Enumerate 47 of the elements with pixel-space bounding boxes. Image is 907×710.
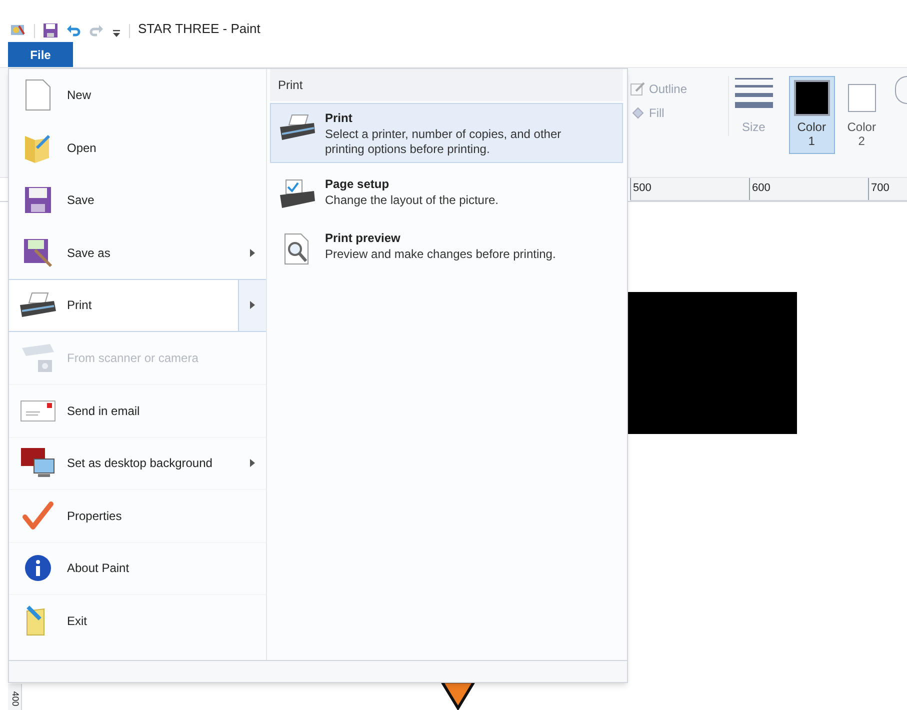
info-icon (24, 554, 52, 582)
floppy-disk-pen-icon (23, 238, 53, 268)
blank-page-icon (25, 79, 51, 112)
ruler-mark: 500 (633, 182, 652, 194)
file-tab[interactable]: File (8, 42, 73, 67)
ruler-mark: 400 (9, 691, 22, 706)
customize-dropdown-icon[interactable] (112, 29, 121, 38)
color-button[interactable]: Color 2 (838, 76, 885, 154)
submenu-item-title: Print (325, 110, 354, 127)
menu-item[interactable]: Save (9, 174, 266, 226)
scanner-icon (20, 342, 56, 374)
color-button[interactable]: Color 1 (788, 76, 835, 154)
submenu-item[interactable]: Print Select a printer, number of copies, and other printing options before printing. (270, 103, 623, 163)
submenu-item-description: Select a printer, number of copies, and other printing options before printing. (325, 127, 562, 157)
menu-item[interactable]: Exit (9, 594, 266, 646)
menu-item[interactable]: Send in email (9, 384, 266, 436)
submenu-item[interactable]: Page setup Change the layout of the picture. (270, 169, 623, 217)
menu-item[interactable]: About Paint (9, 542, 266, 594)
submenu-item-title: Page setup (325, 176, 390, 193)
save-icon[interactable] (43, 23, 58, 38)
printer-icon (278, 113, 316, 143)
window-title: STAR THREE - Paint (138, 20, 260, 38)
submenu-item[interactable]: Print preview Preview and make changes before printing. (270, 223, 623, 271)
ruler-mark: 600 (752, 182, 770, 194)
monitor-icon (20, 447, 56, 480)
menu-item[interactable]: Print (9, 279, 266, 332)
printer-icon (18, 291, 58, 320)
submenu-item-description: Change the layout of the picture. (325, 193, 500, 208)
checkmark-icon (22, 500, 54, 531)
undo-icon[interactable] (66, 23, 81, 38)
page-magnifier-icon (284, 233, 310, 265)
color-swatch[interactable] (894, 76, 907, 104)
menu-item[interactable]: New (9, 69, 266, 122)
ruler-mark: 700 (871, 182, 890, 194)
submenu-item-description: Preview and make changes before printing. (325, 247, 557, 262)
envelope-icon (20, 400, 56, 422)
menu-item[interactable]: Properties (9, 489, 266, 542)
submenu-item-title: Print preview (325, 230, 402, 247)
submenu-heading: Print (270, 69, 623, 101)
paint-app-icon[interactable] (10, 22, 26, 38)
menu-item[interactable]: Set as desktop background (9, 436, 266, 489)
printer-page-check-icon (278, 179, 316, 211)
paint-bucket-icon (630, 105, 646, 121)
line-size-icon (734, 76, 773, 110)
menu-item[interactable]: Save as (9, 226, 266, 279)
menu-item[interactable]: Open (9, 122, 266, 174)
pencil-outline-icon (630, 81, 646, 97)
